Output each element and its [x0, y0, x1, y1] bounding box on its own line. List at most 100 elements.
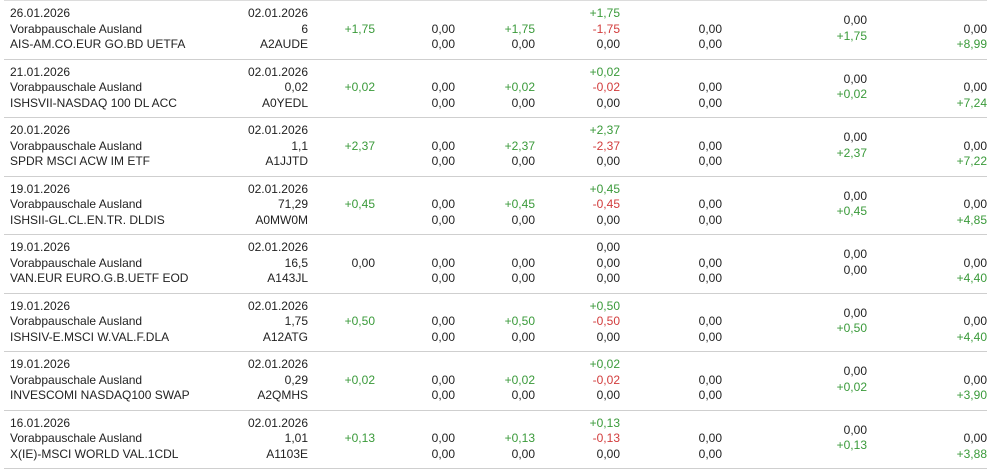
quantity: 71,29: [277, 197, 308, 211]
amount-3-bottom: 0,00: [511, 271, 535, 285]
amount-col-6: 0,00 +0,45: [837, 189, 867, 220]
amount-4-top: +0,02: [589, 357, 620, 371]
amount-col-7: 0,00 +7,22: [957, 139, 987, 170]
amount-col-4: +0,45 -0,45 0,00: [590, 182, 620, 229]
amount-col-5: 0,00 0,00: [699, 197, 722, 228]
amount-col-3: +0,13 0,00: [505, 431, 535, 462]
booking-date: 20.01.2026: [10, 123, 71, 137]
amount-7-top: 0,00: [963, 21, 987, 36]
amount-2-bottom: 0,00: [431, 37, 455, 51]
value-info: 02.01.2026 0,29 A2QMHS: [248, 357, 308, 404]
amount-col-6: 0,00 0,00: [844, 247, 867, 278]
booking-date: 26.01.2026: [10, 6, 71, 20]
quantity: 6: [301, 21, 308, 36]
wkn: A0YEDL: [261, 95, 308, 110]
amount-1: +0,02: [344, 372, 375, 387]
table-row[interactable]: 19.01.2026 Vorabpauschale Ausland ISHSII-G…: [4, 177, 987, 235]
amount-7-top: 0,00: [963, 314, 987, 328]
value-date: 02.01.2026: [247, 298, 308, 313]
amount-col-3: 0,00 0,00: [512, 256, 535, 287]
amount-6-top: 0,00: [843, 364, 867, 378]
amount-col-5: 0,00 0,00: [699, 314, 722, 345]
amount-5-bottom: 0,00: [698, 388, 722, 402]
amount-col-2: 0,00 0,00: [432, 373, 455, 404]
wkn: A12ATG: [262, 329, 308, 344]
table-row[interactable]: 19.01.2026 Vorabpauschale Ausland ISHSIV-E…: [4, 294, 987, 352]
amount-col-2: 0,00 0,00: [432, 197, 455, 228]
security-name: INVESCOMI NASDAQ100 SWAP: [10, 388, 190, 402]
value-info: 02.01.2026 6 A2AUDE: [248, 6, 308, 53]
booking-date: 19.01.2026: [10, 240, 71, 254]
amount-4-bottom: 0,00: [596, 37, 620, 51]
amount-3-bottom: 0,00: [511, 446, 535, 461]
value-info: 02.01.2026 1,75 A12ATG: [248, 299, 308, 346]
amount-5-top: 0,00: [698, 431, 722, 445]
amount-6-bottom: +1,75: [836, 28, 867, 43]
amount-7-bottom: +4,85: [956, 212, 987, 227]
amount-col-5: 0,00 0,00: [699, 256, 722, 287]
amount-1: +0,13: [344, 431, 375, 445]
amount-3-top: +0,50: [504, 314, 535, 328]
amount-7-top: 0,00: [963, 372, 987, 387]
amount-5-top: 0,00: [698, 80, 722, 94]
table-row[interactable]: 16.01.2026 Vorabpauschale Ausland X(IE)-MS…: [4, 411, 987, 469]
table-row[interactable]: 19.01.2026 Vorabpauschale Ausland VAN.EUR …: [4, 235, 987, 294]
amount-5-top: 0,00: [698, 314, 722, 328]
amount-4-top: +0,45: [589, 181, 620, 196]
amount-4-middle: -0,02: [592, 80, 620, 94]
amount-5-bottom: 0,00: [698, 329, 722, 344]
amount-5-bottom: 0,00: [698, 95, 722, 110]
amount-col-1: +0,50: [345, 314, 375, 330]
amount-col-5: 0,00 0,00: [699, 80, 722, 111]
security-name: ISHSIV-E.MSCI W.VAL.F.DLA: [10, 329, 170, 344]
amount-col-5: 0,00 0,00: [699, 431, 722, 462]
amount-3-bottom: 0,00: [511, 154, 535, 168]
amount-col-7: 0,00 +3,88: [957, 431, 987, 462]
transaction-type: Vorabpauschale Ausland: [10, 138, 143, 153]
amount-col-4: 0,00 0,00 0,00: [597, 240, 620, 287]
amount-col-6: 0,00 +1,75: [837, 13, 867, 44]
table-row[interactable]: 26.01.2026 Vorabpauschale Ausland AIS-AM.C…: [4, 1, 987, 60]
amount-4-top: +2,37: [589, 123, 620, 137]
amount-col-6: 0,00 +0,02: [837, 364, 867, 395]
booking-info: 21.01.2026 Vorabpauschale Ausland ISHSVII-…: [10, 65, 177, 112]
amount-7-top: 0,00: [963, 80, 987, 94]
table-row[interactable]: 19.01.2026 Vorabpauschale Ausland INVESCOM…: [4, 352, 987, 411]
amount-col-7: 0,00 +7,24: [957, 80, 987, 111]
quantity: 1,1: [291, 138, 308, 153]
amount-col-4: +1,75 -1,75 0,00: [590, 6, 620, 53]
amount-4-top: +0,02: [589, 64, 620, 79]
amount-4-middle: -1,75: [592, 21, 620, 36]
amount-col-1: +1,75: [345, 22, 375, 38]
amount-7-top: 0,00: [963, 431, 987, 445]
amount-5-bottom: 0,00: [698, 212, 722, 227]
amount-5-bottom: 0,00: [698, 446, 722, 461]
amount-2-bottom: 0,00: [431, 329, 455, 344]
amount-4-top: +1,75: [589, 6, 620, 20]
amount-3-bottom: 0,00: [511, 329, 535, 344]
booking-info: 19.01.2026 Vorabpauschale Ausland VAN.EUR …: [10, 240, 188, 287]
amount-3-top: +0,02: [504, 372, 535, 387]
transactions-table: 26.01.2026 Vorabpauschale Ausland AIS-AM.C…: [4, 0, 987, 469]
amount-4-top: +0,50: [589, 298, 620, 313]
amount-2-bottom: 0,00: [431, 388, 455, 402]
amount-1: +0,50: [344, 314, 375, 328]
table-row[interactable]: 21.01.2026 Vorabpauschale Ausland ISHSVII-…: [4, 60, 987, 118]
amount-4-bottom: 0,00: [596, 212, 620, 227]
amount-4-middle: -0,45: [592, 197, 620, 211]
amount-col-6: 0,00 +2,37: [837, 130, 867, 161]
amount-4-top: 0,00: [596, 240, 620, 254]
amount-col-3: +1,75 0,00: [505, 22, 535, 53]
amount-7-bottom: +7,24: [956, 95, 987, 110]
amount-3-top: +0,13: [504, 431, 535, 445]
value-info: 02.01.2026 16,5 A143JL: [248, 240, 308, 287]
amount-7-bottom: +3,88: [956, 446, 987, 461]
amount-col-2: 0,00 0,00: [432, 139, 455, 170]
table-row[interactable]: 20.01.2026 Vorabpauschale Ausland SPDR MSC…: [4, 118, 987, 177]
security-name: AIS-AM.CO.EUR GO.BD UETFA: [10, 37, 186, 51]
amount-3-bottom: 0,00: [511, 212, 535, 227]
transaction-type: Vorabpauschale Ausland: [10, 21, 143, 36]
amount-6-bottom: 0,00: [843, 262, 867, 277]
amount-3-top: +1,75: [504, 21, 535, 36]
amount-2-top: 0,00: [431, 80, 455, 94]
